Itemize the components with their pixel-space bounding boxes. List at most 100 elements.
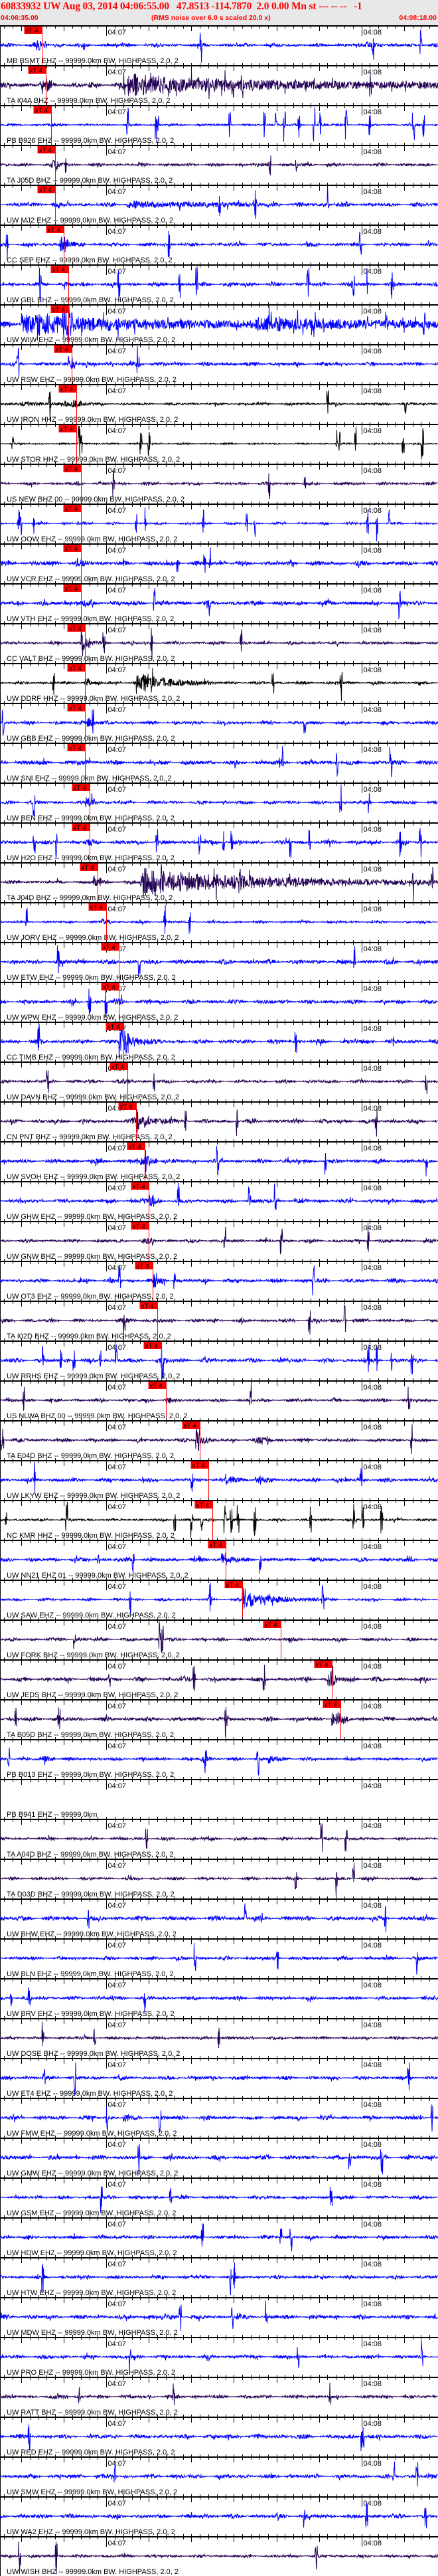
trace-panel[interactable]: 04:07 04:08 UW DOSE BHZ -- 99999.0km BW. H…	[0, 2016, 438, 2058]
minute-label: 04:08	[364, 706, 382, 714]
trace-panel[interactable]: 04:07 04:08 UW BHW EHZ -- 99999.0km BW. HI…	[0, 1896, 438, 1938]
trace-panel[interactable]: 04:07 04:08 UW GSM EHZ -- 99999.0km BW. HI…	[0, 2175, 438, 2217]
trace-panel[interactable]: 04:07 04:08NC KMR HHZ -- 99999.0km BW. HI…	[0, 1498, 438, 1540]
station-name: UW GHW EHZ	[7, 1213, 57, 1221]
pick-label: xT 4	[69, 705, 82, 713]
trace-panel[interactable]: 04:07 04:08 UW JORV EHZ -- 99999.0km BW. H…	[0, 900, 438, 942]
trace-panel[interactable]: 04:07 04:08 UW PRO EHZ -- 99999.0km BW. HI…	[0, 2335, 438, 2377]
station-name: US NLWA BHZ 00	[7, 1412, 68, 1420]
trace-panel[interactable]: 04:07 04:08UW MJ2 EHZ -- 99999.0km BW. HI…	[0, 183, 438, 225]
trace-panel[interactable]: 04:07 04:08 UW ET4 EHZ -- 99999.0km BW. HI…	[0, 2056, 438, 2098]
trace-panel[interactable]: 04:07 04:08UW H2O EHZ -- 99999.0km BW. HI…	[0, 820, 438, 862]
trace-panel[interactable]: 04:07 04:08UW BRV EHZ -- 99999.0km BW. HI…	[0, 1976, 438, 2018]
trace-panel[interactable]: 04:07 04:08 UW SNI EHZ -- 99999.0km BW. HI…	[0, 741, 438, 782]
minute-label: 04:07	[108, 1503, 127, 1511]
minute-label: 04:08	[364, 2260, 382, 2268]
station-label: UW OOW EHZ -- 99999.0km BW. HIGHPASS, 2.…	[7, 535, 178, 543]
station-label: UW GBB EHZ -- 99999.0km BW. HIGHPASS, 2.…	[7, 735, 175, 743]
trace-panel[interactable]: 04:07 04:08 US NEW BHZ 00 -- 99999.0km BW.…	[0, 462, 438, 504]
trace-panel[interactable]: 04:07 04:08PB B013 EHZ -- 99999.0km BW. H…	[0, 1737, 438, 1779]
filter-info: -- 99999.0km BW. HIGHPASS, 2.0, 2	[57, 1253, 177, 1261]
trace-panel[interactable]: 04:07 04:08 UW JEDS BHZ -- 99999.0km BW. H…	[0, 1657, 438, 1699]
trace-panel[interactable]: 04:07 04:08 UW WISH BHZ -- 99999.0km BW. H…	[0, 2534, 438, 2576]
trace-panel[interactable]: 04:07 04:08 TA I02D BHZ -- 99999.0km BW. H…	[0, 1299, 438, 1340]
trace-panel[interactable]: 04:07 04:08 CC VALT BHZ -- 99999.0km BW. H…	[0, 621, 438, 663]
trace-panel[interactable]: 04:07 04:08 UW RSW EHZ -- 99999.0km BW. HI…	[0, 342, 438, 384]
pick-label: xT 4	[133, 1184, 146, 1191]
pick-label: xT 4	[65, 546, 78, 553]
trace-panel[interactable]: 04:07 04:08 UW OOW EHZ -- 99999.0km BW. HI…	[0, 502, 438, 543]
trace-panel[interactable]: 04:07 04:08UW BLN EHZ -- 99999.0km BW. HI…	[0, 1936, 438, 1978]
minute-label: 04:08	[364, 1503, 382, 1511]
trace-panel[interactable]: 04:07 04:08TA B05D BHZ -- 99999.0km BW. H…	[0, 1697, 438, 1739]
filter-info: -- 99999.0km BW. HIGHPASS, 2.0, 2	[54, 296, 174, 304]
station-name: TA I02D BHZ	[7, 1333, 51, 1340]
trace-panel[interactable]: 04:07 04:08UW BEN EHZ -- 99999.0km BW. HI…	[0, 781, 438, 822]
minute-label: 04:08	[364, 387, 382, 395]
trace-panel[interactable]: 04:07 04:08 UW RATT BHZ -- 99999.0km BW. H…	[0, 2375, 438, 2417]
station-label: CC TIMB EHZ -- 99999.0km BW. HIGHPASS, 2…	[7, 1054, 175, 1061]
trace-panel[interactable]: 04:07 04:08 UW SVOH EHZ -- 99999.0km BW. H…	[0, 1139, 438, 1181]
waveform	[0, 2424, 438, 2452]
trace-panel[interactable]: 04:07 04:08 UW LKYW EHZ -- 99999.0km BW. H…	[0, 1458, 438, 1500]
station-label: UW FORK BHZ -- 99999.0km BW. HIGHPASS, 2…	[7, 1651, 180, 1659]
trace-panel[interactable]: 04:07 04:08 UW RED EHZ -- 99999.0km BW. HI…	[0, 2415, 438, 2456]
trace-panel[interactable]: 04:07 04:08UW OT3 EHZ -- 99999.0km BW. HI…	[0, 1259, 438, 1301]
station-label: UW RED EHZ -- 99999.0km BW. HIGHPASS, 2.…	[7, 2448, 175, 2456]
trace-panel[interactable]: 04:07 04:08 UW WIW EHZ -- 99999.0km BW. HI…	[0, 302, 438, 344]
station-name: UW HDW EHZ	[7, 2249, 57, 2257]
trace-panel[interactable]: 04:07 04:08 UW GMW EHZ -- 99999.0km BW. HI…	[0, 2136, 438, 2177]
minute-label: 04:08	[364, 2380, 382, 2388]
trace-panel[interactable]: 04:07 04:08 UW IRON HHZ -- 99999.0km BW. H…	[0, 382, 438, 424]
trace-panel[interactable]: 04:07 04:08 UW HDW EHZ -- 99999.0km BW. HI…	[0, 2215, 438, 2257]
station-name: UW VCR EHZ	[7, 575, 55, 583]
minute-label: 04:08	[364, 1025, 382, 1033]
trace-panel[interactable]: 04:07 04:08 TA J04D BHZ -- 99999.0km BW. H…	[0, 860, 438, 902]
minute-label: 04:07	[108, 706, 127, 714]
trace-panel[interactable]: 04:07 04:08 UW SMW EHZ -- 99999.0km BW. HI…	[0, 2454, 438, 2496]
minute-label: 04:08	[364, 29, 382, 37]
trace-panel[interactable]: 04:07 04:08 UW WA2 EHZ -- 99999.0km BW. HI…	[0, 2494, 438, 2536]
trace-panel[interactable]: 04:07 04:08 US NLWA BHZ 00 -- 99999.0km BW…	[0, 1378, 438, 1420]
trace-panel[interactable]: 04:0704:08UW ETW EHZ -- 99999.0km BW. HI…	[0, 940, 438, 982]
filter-info: -- 99999.0km BW. HIGHPASS, 2.0, 2	[58, 416, 179, 424]
station-label: UW BHW EHZ -- 99999.0km BW. HIGHPASS, 2.…	[7, 1930, 177, 1938]
trace-panel[interactable]: 04:07 04:08PB B926 EHZ -- 99999.0km BW. H…	[0, 103, 438, 145]
trace-panel[interactable]: 04:07 04:08 UW STOR HHZ -- 99999.0km BW. H…	[0, 422, 438, 464]
trace-panel[interactable]: 04:07 04:08 UW FMW EHZ -- 99999.0km BW. HI…	[0, 2096, 438, 2138]
minute-label: 04:07	[108, 905, 127, 913]
trace-panel[interactable]: 04:0704:08UW WPW EHZ -- 99999.0km BW. HI…	[0, 980, 438, 1022]
trace-panel[interactable]: 04:07 04:08 UW FORK BHZ -- 99999.0km BW. H…	[0, 1617, 438, 1659]
trace-panel[interactable]: 04:07 04:08 CC SEP EHZ -- 99999.0km BW. HI…	[0, 223, 438, 264]
trace-panel[interactable]: 04:07 04:08TA A04D BHZ -- 99999.0km BW. H…	[0, 1817, 438, 1859]
minute-label: 04:08	[364, 2300, 382, 2308]
trace-panel[interactable]: 04:07 04:08 PB B941 EHZ -- 99999.0km	[0, 1777, 438, 1819]
trace-panel[interactable]: 04:07 04:08 UW SAW EHZ -- 99999.0km BW. HI…	[0, 1578, 438, 1619]
trace-panel[interactable]: 04:07 04:08TA D03D BHZ -- 99999.0km BW. H…	[0, 1857, 438, 1898]
trace-panel[interactable]: 04:07 04:08 UW GBB EHZ -- 99999.0km BW. HI…	[0, 701, 438, 743]
trace-panel[interactable]: 04:0704:08UW DAVN BHZ -- 99999.0km BW. H…	[0, 1059, 438, 1101]
trace-panel[interactable]: 04:07 04:08 TA J05D BHZ -- 99999.0km BW. H…	[0, 143, 438, 185]
trace-panel[interactable]: 04:07 04:08 UW VCR EHZ -- 99999.0km BW. HI…	[0, 541, 438, 583]
station-name: UW RSW EHZ	[7, 376, 56, 384]
station-label: UW DOSE BHZ -- 99999.0km BW. HIGHPASS, 2…	[7, 2050, 180, 2058]
trace-panel[interactable]: 04:07 04:08TA E04D BHZ -- 99999.0km BW. H…	[0, 1418, 438, 1460]
trace-panel[interactable]: 04:07 04:08UW GBL EHZ -- 99999.0km BW. HI…	[0, 262, 438, 304]
trace-panel[interactable]: 04:07 04:08 TA I04A BHZ -- 99999.0km BW. H…	[0, 63, 438, 105]
trace-panel[interactable]: 04:07 04:08 UW DDRF HHZ -- 99999.0km BW. H…	[0, 661, 438, 703]
trace-panel[interactable]: 04:07 04:08UW RRHS EHZ -- 99999.0km BW. H…	[0, 1338, 438, 1380]
filter-info: -- 99999.0km BW. HIGHPASS, 2.0, 2	[68, 1412, 188, 1420]
trace-panel[interactable]: 04:07 04:08 MB BSMT EHZ -- 99999.0km BW. H…	[0, 25, 438, 65]
station-name: UW RED EHZ	[7, 2448, 55, 2456]
station-name: UW FMW EHZ	[7, 2130, 57, 2138]
filter-info: -- 99999.0km BW. HIGHPASS, 2.0, 2	[54, 1452, 174, 1460]
trace-panel[interactable]: 04:07 04:08 UW NN21 EHZ 01 -- 99999.0km BW…	[0, 1538, 438, 1580]
trace-panel[interactable]: 04:07 04:08 UW HTW EHZ -- 99999.0km BW. HI…	[0, 2255, 438, 2297]
trace-panel[interactable]: 04:07 04:08 UW MDW EHZ -- 99999.0km BW. HI…	[0, 2295, 438, 2337]
trace-panel[interactable]: 04:07 04:08UW VTH EHZ -- 99999.0km BW. HI…	[0, 581, 438, 623]
trace-panel[interactable]: 04:07 04:08 UW GNW BHZ -- 99999.0km BW. HI…	[0, 1219, 438, 1261]
station-label: UW WISH BHZ -- 99999.0km BW. HIGHPASS, 2…	[7, 2568, 179, 2576]
trace-panel[interactable]: 04:07 04:08CN PNT BHZ -- 99999.0km BW. HI…	[0, 1099, 438, 1141]
trace-panel[interactable]: 04:0704:08CC TIMB EHZ -- 99999.0km BW. H…	[0, 1020, 438, 1061]
trace-panel[interactable]: 04:07 04:08 UW GHW EHZ -- 99999.0km BW. HI…	[0, 1179, 438, 1221]
